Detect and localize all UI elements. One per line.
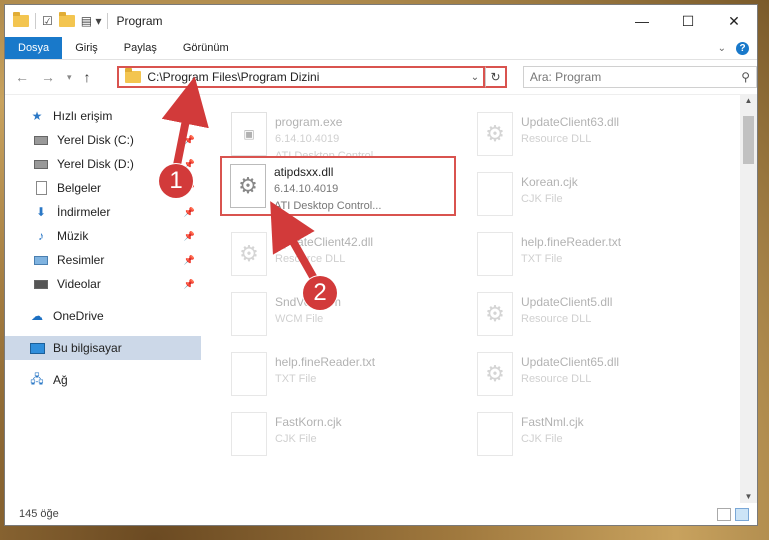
arrow-to-file [270,201,320,286]
annotation-arrows [161,76,320,286]
step-2-badge: 2 [303,276,337,310]
step-1-badge: 1 [159,164,193,198]
arrow-to-address-bar [161,76,209,174]
